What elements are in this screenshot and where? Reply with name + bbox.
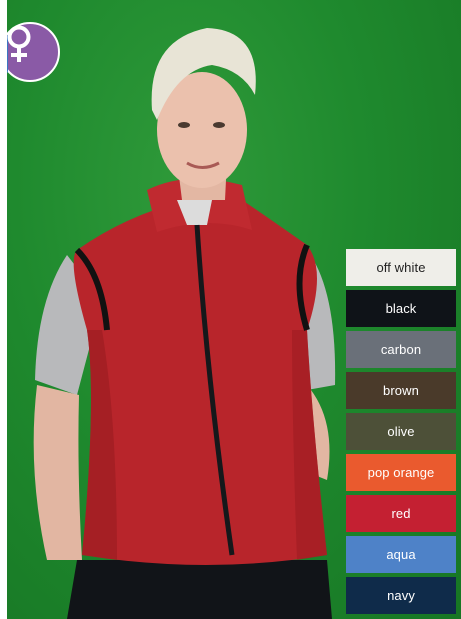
color-swatch-red[interactable]: red	[346, 495, 456, 532]
color-swatch-label: black	[385, 301, 417, 316]
color-swatch-pop-orange[interactable]: pop orange	[346, 454, 456, 491]
color-swatch-carbon[interactable]: carbon	[346, 331, 456, 368]
female-symbol-icon	[7, 25, 31, 62]
color-swatch-label: off white	[376, 260, 426, 275]
color-swatch-label: aqua	[386, 547, 416, 562]
color-swatch-label: brown	[383, 383, 419, 398]
color-swatch-label: olive	[387, 424, 415, 439]
color-swatch-label: navy	[387, 588, 415, 603]
color-swatch-label: carbon	[380, 342, 422, 357]
color-swatch-off-white[interactable]: off white	[346, 249, 456, 286]
color-swatch-label: red	[391, 506, 411, 521]
color-swatch-brown[interactable]: brown	[346, 372, 456, 409]
color-swatch-aqua[interactable]: aqua	[346, 536, 456, 573]
color-swatch-olive[interactable]: olive	[346, 413, 456, 450]
color-swatch-label: pop orange	[367, 465, 435, 480]
color-swatch-navy[interactable]: navy	[346, 577, 456, 614]
color-swatch-list: off white black carbon brown olive pop orange…	[346, 249, 456, 618]
color-swatch-black[interactable]: black	[346, 290, 456, 327]
